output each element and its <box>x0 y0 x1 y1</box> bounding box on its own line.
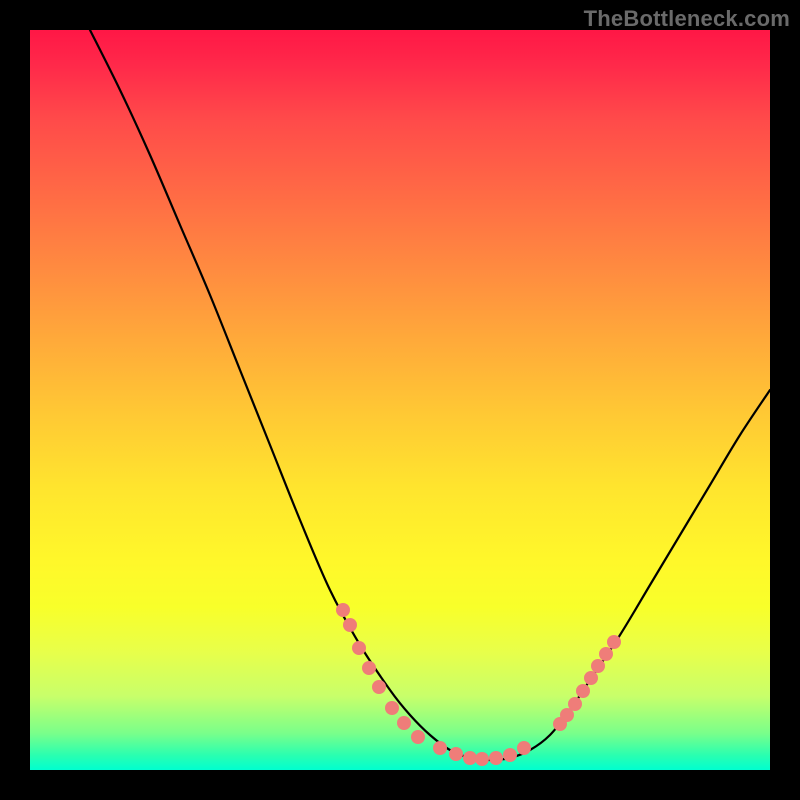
curve-marker <box>607 635 621 649</box>
curve-marker <box>475 752 489 766</box>
bottleneck-curve <box>90 30 770 760</box>
watermark-text: TheBottleneck.com <box>584 6 790 32</box>
curve-marker <box>591 659 605 673</box>
curve-marker <box>372 680 386 694</box>
curve-marker <box>362 661 376 675</box>
curve-marker <box>343 618 357 632</box>
curve-marker <box>352 641 366 655</box>
marker-group <box>336 603 621 766</box>
plot-area <box>30 30 770 770</box>
curve-marker <box>576 684 590 698</box>
curve-marker <box>411 730 425 744</box>
curve-marker <box>449 747 463 761</box>
curve-marker <box>489 751 503 765</box>
curve-marker <box>397 716 411 730</box>
curve-marker <box>599 647 613 661</box>
curve-marker <box>433 741 447 755</box>
chart-container: TheBottleneck.com <box>0 0 800 800</box>
curve-marker <box>463 751 477 765</box>
curve-svg <box>30 30 770 770</box>
curve-marker <box>568 697 582 711</box>
curve-marker <box>517 741 531 755</box>
curve-marker <box>584 671 598 685</box>
curve-marker <box>503 748 517 762</box>
curve-marker <box>385 701 399 715</box>
curve-marker <box>336 603 350 617</box>
